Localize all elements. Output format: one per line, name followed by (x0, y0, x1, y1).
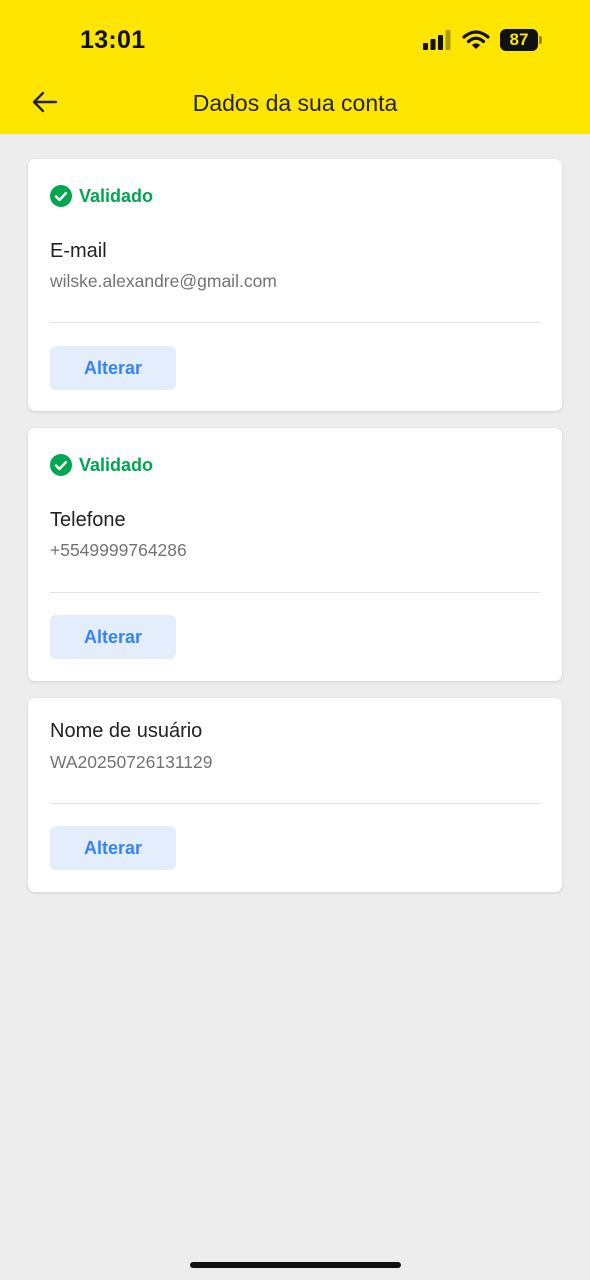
battery-icon: 87 (500, 29, 542, 51)
battery-level: 87 (509, 30, 529, 49)
change-username-button[interactable]: Alterar (50, 826, 176, 870)
check-circle-icon (50, 185, 72, 207)
username-card: Nome de usuário WA20250726131129 Alterar (28, 698, 562, 892)
phone-value: +5549999764286 (50, 540, 187, 560)
wifi-icon (462, 30, 490, 49)
divider (50, 592, 540, 593)
divider (50, 803, 540, 804)
validated-badge: Validado (50, 454, 153, 476)
app-header: 13:01 87 Dados da sua conta (0, 0, 590, 134)
home-indicator (190, 1262, 401, 1268)
change-phone-button[interactable]: Alterar (50, 615, 176, 659)
phone-label: Telefone (50, 509, 126, 531)
validated-label: Validado (79, 454, 154, 475)
status-icons: 87 (422, 27, 542, 53)
validated-badge: Validado (50, 185, 153, 207)
change-email-button[interactable]: Alterar (50, 346, 176, 390)
divider (50, 322, 540, 323)
page-title: Dados da sua conta (192, 90, 398, 116)
email-value: wilske.alexandre@gmail.com (50, 271, 277, 291)
phone-card: Validado Telefone +5549999764286 Alterar (28, 428, 562, 681)
email-card: Validado E-mail wilske.alexandre@gmail.c… (28, 159, 562, 411)
status-time: 13:01 (80, 26, 146, 54)
email-label: E-mail (50, 240, 107, 262)
check-circle-icon (50, 454, 72, 476)
validated-label: Validado (79, 185, 154, 206)
username-value: WA20250726131129 (50, 752, 213, 772)
username-label: Nome de usuário (50, 720, 203, 742)
signal-icon (423, 30, 451, 50)
